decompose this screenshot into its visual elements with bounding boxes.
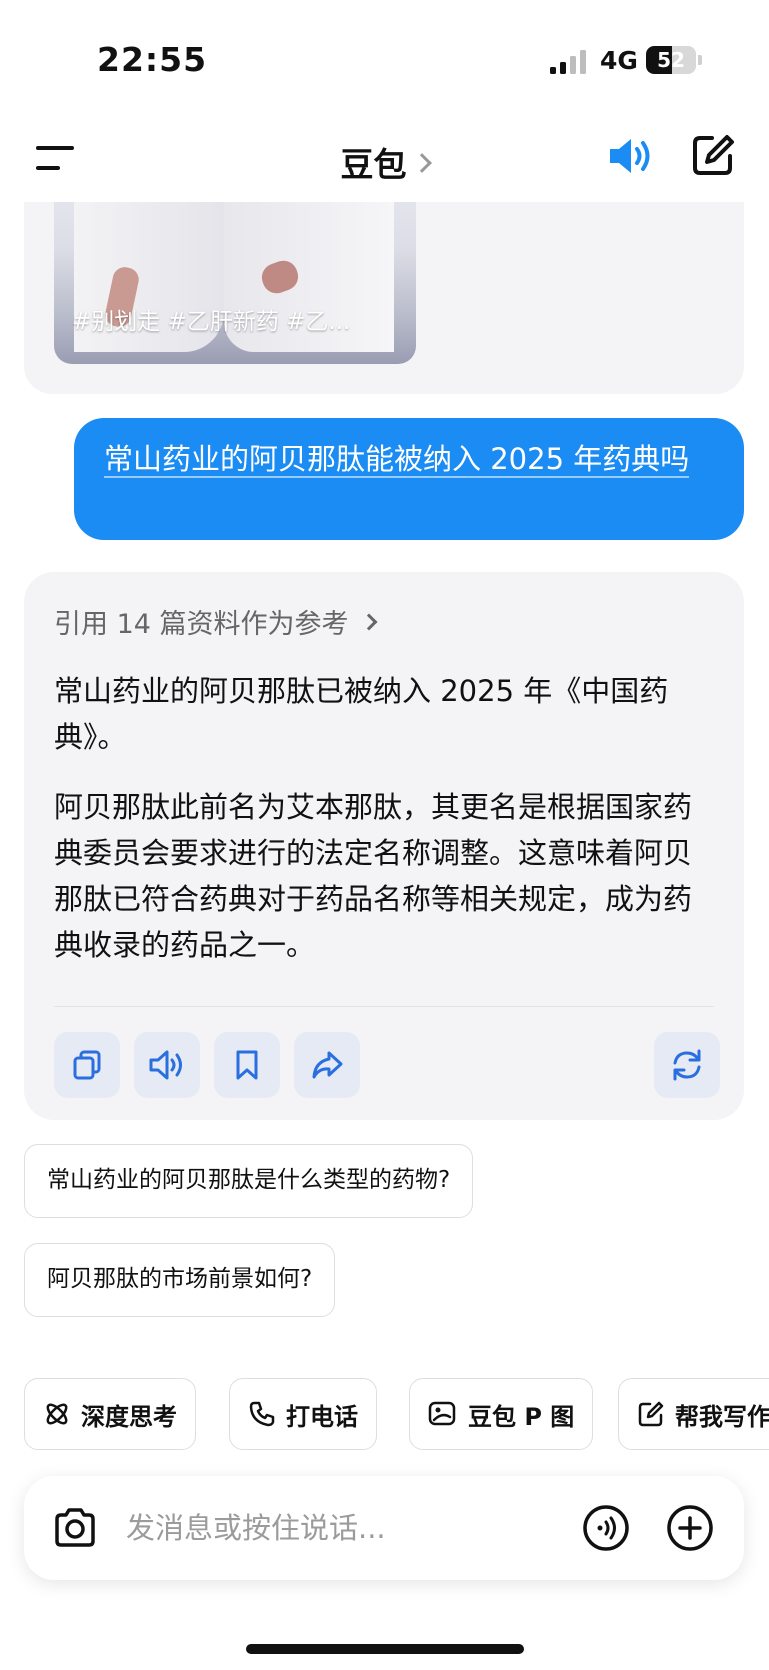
network-type: 4G <box>600 46 638 75</box>
tool-label: 豆包 P 图 <box>468 1402 575 1431</box>
user-message-content: 常山药业的阿贝那肽能被纳入 2025 年药典吗 <box>104 442 690 478</box>
message-input-bar <box>24 1476 744 1580</box>
reference-text: 引用 14 篇资料作为参考 <box>54 609 349 640</box>
phone-call-button[interactable]: 打电话 <box>229 1378 377 1450</box>
chevron-right-icon <box>411 152 432 173</box>
message-input[interactable] <box>126 1506 526 1550</box>
previous-answer-card: #别划走 #乙肝新药 #乙... <box>24 202 744 394</box>
plus-icon[interactable] <box>666 1504 714 1552</box>
answer-card: 引用 14 篇资料作为参考 常山药业的阿贝那肽已被纳入 2025 年《中国药典》… <box>24 572 744 1120</box>
camera-icon[interactable] <box>52 1506 98 1550</box>
suggested-question[interactable]: 常山药业的阿贝那肽是什么类型的药物? <box>24 1144 474 1218</box>
writing-button[interactable]: 帮我写作 <box>618 1378 769 1450</box>
image-edit-icon <box>428 1401 456 1426</box>
image-edit-button[interactable]: 豆包 P 图 <box>409 1378 594 1450</box>
edit-icon <box>638 1401 664 1427</box>
regenerate-icon <box>673 1049 701 1081</box>
read-aloud-button[interactable] <box>134 1032 200 1098</box>
voice-input-icon[interactable] <box>582 1504 630 1552</box>
tool-label: 深度思考 <box>81 1402 177 1431</box>
battery-level: 52 <box>657 48 685 72</box>
reference-link[interactable]: 引用 14 篇资料作为参考 <box>54 602 378 641</box>
chevron-right-icon <box>360 613 378 630</box>
bookmark-icon <box>236 1050 258 1080</box>
tool-label: 帮我写作 <box>675 1402 769 1431</box>
battery-icon: 52 <box>646 46 696 74</box>
signal-icon <box>550 50 586 74</box>
status-bar: 22:55 4G 52 <box>0 0 769 110</box>
page-title: 豆包 <box>340 145 407 184</box>
phone-icon <box>249 1401 275 1427</box>
atom-icon <box>46 1403 68 1425</box>
user-message-bubble[interactable]: 常山药业的阿贝那肽能被纳入 2025 年药典吗 <box>74 418 744 540</box>
chat-header: 豆包 <box>0 110 769 202</box>
share-icon <box>312 1051 343 1079</box>
share-button[interactable] <box>294 1032 360 1098</box>
user-message-text: 常山药业的阿贝那肽能被纳入 2025 年药典吗 <box>104 438 714 480</box>
copy-icon <box>73 1050 101 1080</box>
suggested-question[interactable]: 阿贝那肽的市场前景如何? <box>24 1243 336 1317</box>
read-aloud-icon <box>149 1050 182 1080</box>
speaker-icon[interactable] <box>606 134 654 178</box>
video-tags: #别划走 #乙肝新药 #乙... <box>72 309 351 335</box>
battery-cap <box>698 55 702 65</box>
deep-think-button[interactable]: 深度思考 <box>24 1378 196 1450</box>
compose-icon[interactable] <box>690 132 736 178</box>
bookmark-button[interactable] <box>214 1032 280 1098</box>
video-thumbnail[interactable]: #别划走 #乙肝新药 #乙... <box>54 202 416 364</box>
home-indicator[interactable] <box>246 1644 524 1654</box>
answer-paragraph: 常山药业的阿贝那肽已被纳入 2025 年《中国药典》。 <box>54 674 669 754</box>
divider <box>54 1006 714 1007</box>
answer-paragraph: 阿贝那肽此前名为艾本那肽，其更名是根据国家药典委员会要求进行的法定名称调整。这意… <box>54 790 693 962</box>
status-time: 22:55 <box>97 40 208 79</box>
chat-scroll-area[interactable]: #别划走 #乙肝新药 #乙... 常山药业的阿贝那肽能被纳入 2025 年药典吗… <box>0 202 769 1332</box>
copy-button[interactable] <box>54 1032 120 1098</box>
quick-tools: 深度思考 打电话 豆包 P 图 帮我写作 <box>0 1378 769 1454</box>
tool-label: 打电话 <box>286 1402 358 1431</box>
regenerate-button[interactable] <box>654 1032 720 1098</box>
